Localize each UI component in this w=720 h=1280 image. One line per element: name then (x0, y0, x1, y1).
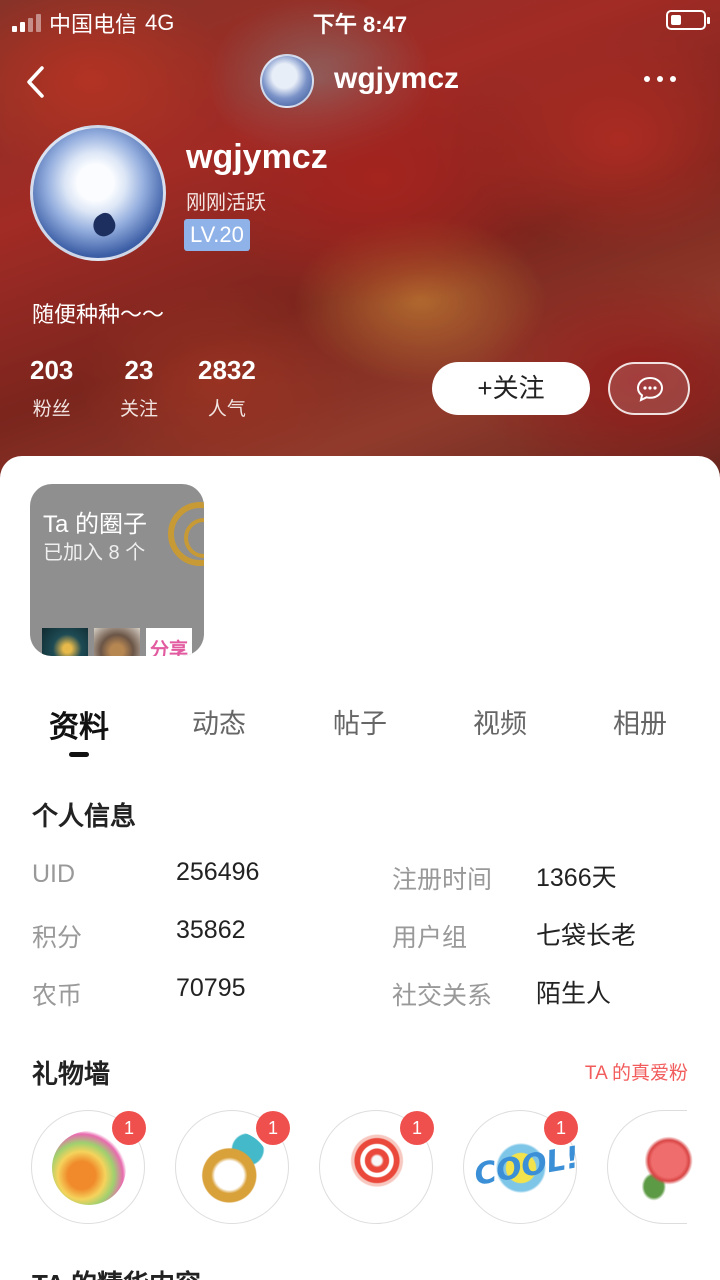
party-popper-icon (52, 1131, 126, 1205)
info-label-uid: UID (32, 860, 76, 888)
circles-title: Ta 的圈子 (43, 511, 148, 538)
battery-icon (666, 10, 710, 30)
diamond-ring-icon (196, 1131, 270, 1205)
stat-label: 关注 (120, 399, 159, 420)
stat-value: 203 (30, 355, 74, 385)
profile-active-status: 刚刚活跃 (186, 192, 266, 214)
follow-button[interactable]: +关注 (432, 362, 590, 415)
gift-count-badge: 1 (256, 1111, 290, 1145)
profile-signature: 随便种种～～ (32, 302, 165, 327)
profile-content: Ta 的圈子 已加入 8 个 分享 资料 动态 帖子 视频 相册 个人信息 UI… (0, 456, 720, 1280)
tab-profile-info[interactable]: 资料 (24, 702, 134, 746)
circles-count: 已加入 8 个 (43, 542, 146, 564)
info-value-coins: 70795 (176, 974, 246, 1002)
gift-lollipop[interactable]: 1 (319, 1110, 434, 1224)
info-value-points: 35862 (176, 916, 246, 944)
info-value-user-group: 七袋长老 (536, 922, 637, 950)
tab-posts[interactable]: 帖子 (305, 702, 415, 741)
circles-card[interactable]: Ta 的圈子 已加入 8 个 分享 (30, 484, 204, 656)
stat-value: 23 (124, 355, 154, 385)
message-button[interactable] (608, 362, 690, 415)
more-options-icon[interactable] (644, 76, 676, 82)
top-fans-link[interactable]: TA 的真爱粉 (585, 1058, 688, 1085)
stat-following[interactable]: 23 关注 (120, 355, 158, 421)
tab-videos[interactable]: 视频 (445, 702, 555, 741)
profile-avatar[interactable] (30, 125, 166, 261)
stat-label: 人气 (207, 399, 246, 420)
info-value-register-time: 1366天 (536, 864, 617, 892)
gift-rose[interactable] (607, 1110, 702, 1224)
tab-album[interactable]: 相册 (585, 702, 695, 741)
gift-cool-sticker[interactable]: COOL! 1 (463, 1110, 582, 1224)
circle-thumb-1[interactable] (42, 628, 88, 656)
info-label-points: 积分 (32, 924, 83, 952)
nav-avatar[interactable] (260, 54, 314, 108)
profile-name: wgjymcz (186, 138, 328, 176)
circle-logo-icon (168, 502, 204, 566)
gift-diamond-ring[interactable]: 1 (175, 1110, 290, 1224)
info-value-relationship: 陌生人 (536, 980, 612, 1008)
gift-count-badge: 1 (112, 1111, 146, 1145)
rose-icon (628, 1131, 702, 1205)
gift-count-badge: 1 (544, 1111, 578, 1145)
tab-activity[interactable]: 动态 (164, 702, 274, 741)
info-label-coins: 农币 (32, 982, 83, 1010)
active-tab-indicator (69, 752, 89, 757)
back-arrow-icon[interactable] (24, 64, 48, 100)
personal-info-title: 个人信息 (32, 801, 137, 831)
nav-title: wgjymcz (334, 62, 460, 95)
stat-value: 2832 (198, 355, 256, 385)
profile-tabs: 资料 动态 帖子 视频 相册 (0, 702, 720, 762)
level-badge: LV.20 (184, 219, 250, 251)
featured-content-title: TA 的精华内容 (32, 1264, 201, 1280)
gift-party-popper[interactable]: 1 (31, 1110, 146, 1224)
chat-bubble-icon (636, 376, 664, 402)
gift-count-badge: 1 (400, 1111, 434, 1145)
stat-popularity[interactable]: 2832 人气 (198, 355, 256, 421)
status-time: 下午 8:47 (312, 12, 408, 37)
top-nav: wgjymcz (0, 50, 720, 110)
info-value-uid: 256496 (176, 858, 260, 886)
stat-fans[interactable]: 203 粉丝 (30, 355, 73, 421)
info-label-relationship: 社交关系 (392, 982, 493, 1010)
info-label-user-group: 用户组 (392, 924, 468, 952)
gift-wall-title: 礼物墙 (32, 1059, 111, 1089)
stat-label: 粉丝 (32, 399, 71, 420)
lollipop-icon (340, 1131, 414, 1205)
circle-thumb-3[interactable]: 分享 (146, 628, 192, 656)
status-bar: 中国电信 4G 下午 8:47 (0, 0, 720, 40)
circle-thumb-2[interactable] (94, 628, 140, 656)
info-label-register-time: 注册时间 (392, 866, 493, 894)
